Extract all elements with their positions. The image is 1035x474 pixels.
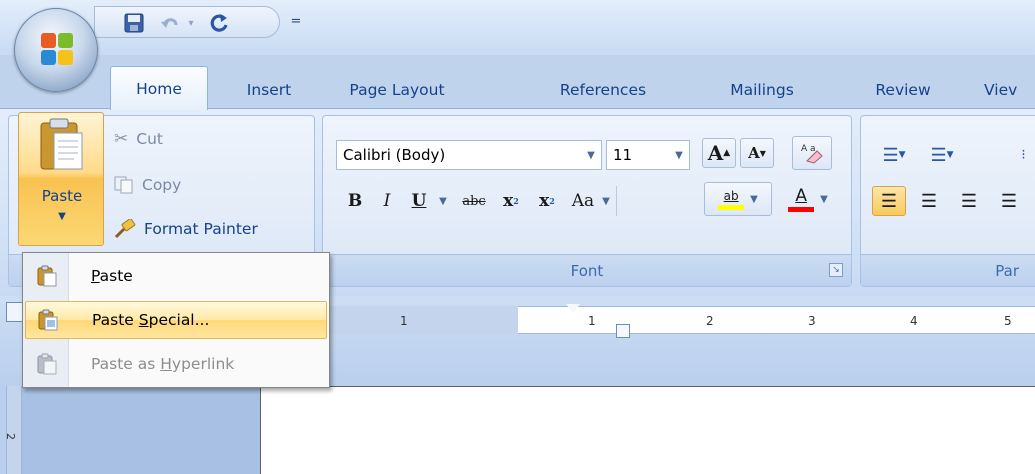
ruler-tick-label: 1: [588, 314, 596, 328]
grow-font-icon: A: [707, 141, 724, 165]
font-dialog-launcher-icon[interactable]: ↘: [829, 263, 843, 277]
format-painter-label: Format Painter: [144, 220, 258, 238]
shrink-font-icon: A: [748, 144, 760, 162]
scissors-icon: ✂: [114, 129, 129, 149]
bold-button[interactable]: B: [342, 186, 368, 216]
clear-formatting-icon: A a: [801, 144, 823, 164]
chevron-down-icon: ▼: [675, 149, 683, 161]
paragraph-group-title: Par: [995, 261, 1019, 280]
grow-font-button[interactable]: A ▲: [702, 138, 736, 168]
strikethrough-button[interactable]: abc: [456, 186, 492, 216]
font-size-combo[interactable]: 11 ▼: [606, 140, 690, 170]
tab-mailings[interactable]: Mailings: [712, 72, 812, 108]
font-color-icon: A: [795, 186, 807, 206]
multilevel-list-button[interactable]: ⁝: [1012, 140, 1035, 170]
font-group-label: Font: [323, 254, 851, 286]
tab-references[interactable]: References: [540, 72, 666, 108]
tab-home[interactable]: Home: [110, 66, 208, 110]
underline-dropdown-icon[interactable]: ▼: [436, 186, 450, 216]
align-left-button[interactable]: ☰: [872, 186, 906, 216]
office-logo-icon: [41, 33, 73, 65]
align-right-button[interactable]: ☰: [952, 186, 986, 216]
menu-item-label: Paste Special...: [92, 311, 210, 329]
document-background: [22, 386, 260, 474]
quick-access-toolbar: ▾: [94, 6, 280, 38]
chevron-down-icon: ▼: [587, 149, 595, 161]
font-size-value: 11: [613, 146, 633, 164]
paste-dropdown-menu: Paste Paste Special... Paste as Hyperlin…: [22, 252, 330, 388]
clear-formatting-button[interactable]: A a: [792, 136, 832, 170]
superscript-icon: x: [539, 191, 550, 211]
vertical-ruler[interactable]: 2: [0, 386, 22, 474]
paste-button-label: Paste: [41, 187, 83, 205]
bullets-button[interactable]: ☰ ▼: [874, 140, 914, 170]
format-painter-icon: [114, 219, 136, 239]
menu-item-paste-special[interactable]: Paste Special...: [25, 301, 327, 339]
highlight-icon: ab: [723, 188, 739, 203]
font-color-bar: [788, 207, 815, 212]
ruler-tick-label: 3: [808, 314, 816, 328]
ruler-tick-label: 1: [400, 314, 408, 328]
svg-text:A a: A a: [801, 144, 816, 154]
paste-special-icon: [26, 301, 70, 339]
title-bar: ▾ =: [0, 0, 1035, 55]
tab-review[interactable]: Review: [862, 72, 944, 108]
customize-qat-button[interactable]: =: [288, 8, 304, 34]
menu-item-label: Paste: [91, 267, 133, 285]
tab-view[interactable]: Viev: [984, 72, 1035, 108]
clipboard-icon: [40, 118, 83, 170]
subscript-icon: x: [503, 191, 514, 211]
change-case-dropdown-icon[interactable]: ▼: [600, 186, 612, 216]
separator: [616, 186, 617, 216]
menu-item-paste-as-hyperlink[interactable]: Paste as Hyperlink: [25, 345, 327, 383]
underline-button[interactable]: U: [406, 186, 432, 216]
paste-dropdown-arrow-icon[interactable]: ▼: [19, 211, 105, 222]
shrink-font-button[interactable]: A ▼: [740, 138, 774, 168]
ruler-tick-label: 2: [706, 314, 714, 328]
chevron-down-icon: ▼: [820, 193, 828, 205]
chevron-down-icon: ▼: [750, 193, 758, 205]
redo-icon[interactable]: [205, 10, 233, 36]
justify-button[interactable]: ☰: [992, 186, 1026, 216]
font-name-value: Calibri (Body): [343, 146, 446, 164]
vertical-ruler-tick: 2: [4, 433, 17, 440]
office-button[interactable]: [14, 8, 98, 92]
vertical-ruler-strip: [6, 386, 22, 474]
numbering-button[interactable]: ☰ ▼: [922, 140, 962, 170]
undo-icon[interactable]: [157, 10, 183, 36]
paste-icon: [25, 257, 69, 295]
undo-dropdown-icon[interactable]: ▾: [185, 10, 197, 36]
superscript-button[interactable]: x2: [532, 186, 562, 216]
paragraph-group-label: Par: [861, 254, 1035, 286]
copy-label: Copy: [142, 176, 182, 194]
highlight-button[interactable]: ab ▼: [704, 182, 772, 216]
document-page[interactable]: [260, 386, 1035, 474]
subscript-button[interactable]: x2: [496, 186, 526, 216]
copy-button[interactable]: Copy: [114, 170, 181, 200]
font-group-title: Font: [570, 261, 604, 280]
menu-item-label: Paste as Hyperlink: [91, 355, 235, 373]
paste-hyperlink-icon: [25, 345, 69, 383]
ruler-tick-label: 4: [910, 314, 918, 328]
paste-button[interactable]: Paste ▼: [18, 112, 104, 246]
save-icon[interactable]: [121, 10, 147, 36]
cut-button[interactable]: ✂ Cut: [114, 124, 163, 154]
format-painter-button[interactable]: Format Painter: [114, 214, 258, 244]
hanging-indent-marker[interactable]: [616, 324, 630, 338]
ruler-margin: [330, 306, 518, 334]
tab-page-layout[interactable]: Page Layout: [328, 72, 466, 108]
change-case-button[interactable]: Aa: [566, 186, 600, 216]
italic-button[interactable]: I: [374, 186, 400, 216]
highlight-color-bar: [718, 204, 745, 210]
first-line-indent-marker[interactable]: [566, 304, 580, 313]
tab-insert[interactable]: Insert: [232, 72, 306, 108]
copy-icon: [114, 176, 133, 194]
cut-label: Cut: [136, 130, 163, 148]
font-name-combo[interactable]: Calibri (Body) ▼: [336, 140, 602, 170]
ruler-tick-label: 5: [1004, 314, 1012, 328]
font-color-button[interactable]: A ▼: [780, 182, 836, 216]
menu-item-paste[interactable]: Paste: [25, 257, 327, 295]
align-center-button[interactable]: ☰: [912, 186, 946, 216]
